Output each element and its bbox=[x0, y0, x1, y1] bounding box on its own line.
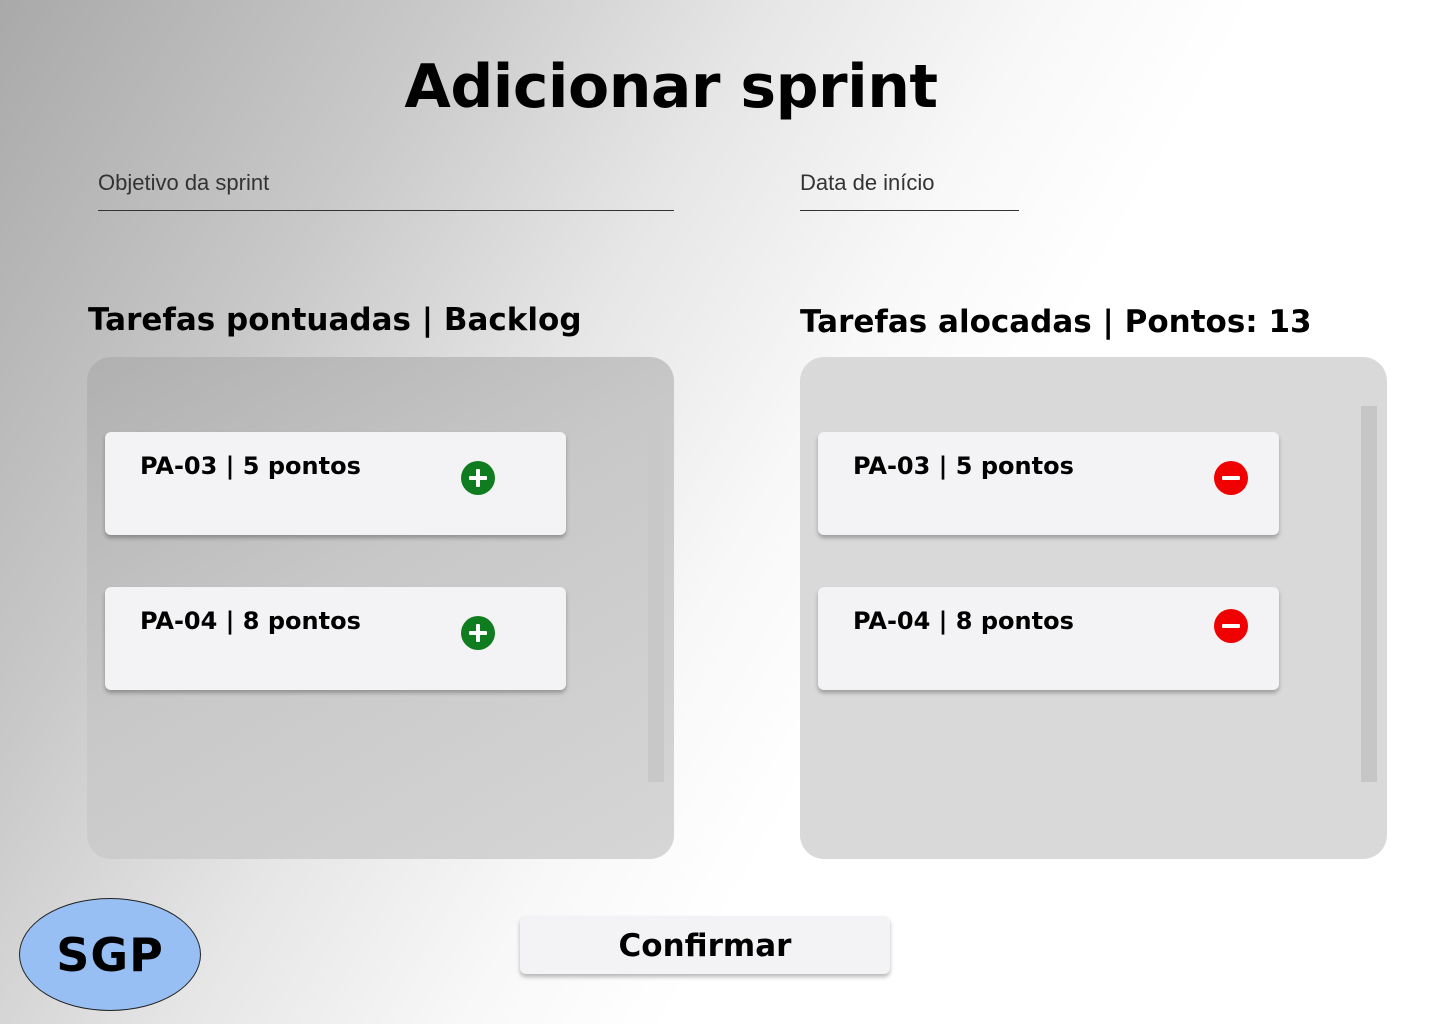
backlog-task-card[interactable]: PA-03 | 5 pontos bbox=[105, 432, 566, 535]
start-date-field[interactable] bbox=[800, 160, 1019, 211]
objective-field[interactable] bbox=[98, 160, 674, 211]
task-label: PA-04 | 8 pontos bbox=[853, 607, 1074, 635]
plus-circle-icon[interactable] bbox=[460, 615, 496, 651]
task-label: PA-04 | 8 pontos bbox=[140, 607, 361, 635]
confirm-button[interactable]: Confirmar bbox=[520, 916, 890, 974]
backlog-heading: Tarefas pontuadas | Backlog bbox=[88, 302, 582, 338]
allocated-panel: PA-03 | 5 pontos PA-04 | 8 pontos bbox=[800, 357, 1387, 859]
allocated-scrollbar[interactable] bbox=[1361, 406, 1377, 782]
page-title: Adicionar sprint bbox=[404, 52, 938, 122]
minus-circle-icon[interactable] bbox=[1213, 608, 1249, 644]
plus-circle-icon[interactable] bbox=[460, 460, 496, 496]
allocated-task-card[interactable]: PA-04 | 8 pontos bbox=[818, 587, 1279, 690]
objective-input[interactable] bbox=[98, 160, 674, 206]
allocated-heading: Tarefas alocadas | Pontos: 13 bbox=[800, 304, 1312, 340]
minus-circle-icon[interactable] bbox=[1213, 460, 1249, 496]
task-label: PA-03 | 5 pontos bbox=[140, 452, 361, 480]
backlog-task-card[interactable]: PA-04 | 8 pontos bbox=[105, 587, 566, 690]
start-date-input[interactable] bbox=[800, 160, 1019, 206]
allocated-task-card[interactable]: PA-03 | 5 pontos bbox=[818, 432, 1279, 535]
sgp-logo: SGP bbox=[19, 898, 201, 1011]
backlog-panel: PA-03 | 5 pontos PA-04 | 8 pontos bbox=[87, 357, 674, 859]
backlog-scrollbar[interactable] bbox=[648, 406, 664, 782]
task-label: PA-03 | 5 pontos bbox=[853, 452, 1074, 480]
